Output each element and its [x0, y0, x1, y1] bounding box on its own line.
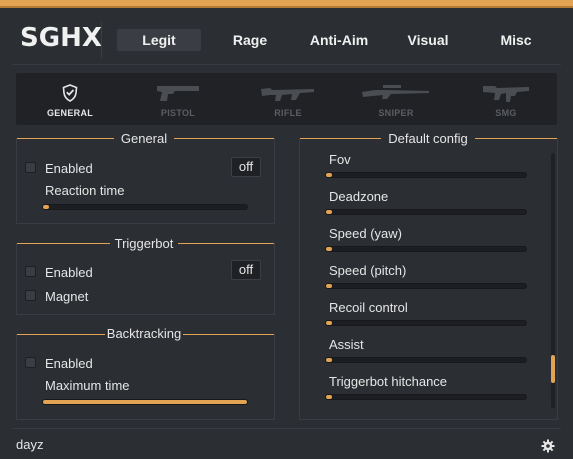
logo: SGHX	[20, 23, 102, 53]
weapon-tab-label: GENERAL	[46, 108, 94, 118]
tab-misc[interactable]: Misc	[476, 29, 556, 51]
speed-pitch-slider[interactable]	[325, 283, 527, 289]
triggerbot-hitchance-label: Triggerbot hitchance	[329, 374, 448, 389]
footer-label: dayz	[16, 437, 44, 452]
triggerbot-enabled-keybind[interactable]: off	[231, 260, 261, 280]
general-enabled-checkbox[interactable]	[25, 162, 36, 173]
triggerbot-enabled-checkbox[interactable]	[25, 266, 36, 277]
slider-fill	[326, 210, 332, 214]
assist-label: Assist	[329, 337, 364, 352]
slider-fill	[326, 173, 332, 177]
backtracking-enabled-checkbox[interactable]	[25, 357, 36, 368]
smg-icon	[456, 82, 556, 104]
tab-visual[interactable]: Visual	[388, 29, 468, 51]
general-enabled-keybind[interactable]: off	[231, 157, 261, 177]
recoil-control-label: Recoil control	[329, 300, 408, 315]
assist-slider[interactable]	[325, 357, 527, 363]
triggerbot-hitchance-slider[interactable]	[325, 394, 527, 400]
slider-fill	[326, 247, 332, 251]
weapon-tab-rifle[interactable]: RIFLE	[238, 73, 338, 125]
fov-slider[interactable]	[325, 172, 527, 178]
shield-icon	[20, 82, 120, 104]
speed-pitch-label: Speed (pitch)	[329, 263, 407, 278]
maximum-time-label: Maximum time	[45, 378, 130, 393]
header: SGHX Legit Rage Anti-Aim Visual Misc	[0, 8, 573, 64]
pistol-icon	[128, 82, 228, 104]
config-scrollbar[interactable]	[551, 153, 555, 408]
logo-separator	[101, 22, 102, 58]
weapon-tab-general[interactable]: GENERAL	[20, 73, 120, 125]
weapon-tab-label: SMG	[495, 108, 517, 118]
deadzone-label: Deadzone	[329, 189, 389, 204]
reaction-time-label: Reaction time	[45, 183, 125, 198]
maximum-time-slider[interactable]	[42, 399, 248, 405]
header-divider	[12, 64, 561, 65]
magnet-label: Magnet	[45, 289, 89, 304]
group-backtracking	[16, 334, 275, 420]
speed-yaw-slider[interactable]	[325, 246, 527, 252]
scroll-thumb[interactable]	[551, 355, 555, 383]
footer-divider	[12, 428, 561, 429]
triggerbot-enabled-label: Enabled	[45, 265, 93, 280]
slider-fill	[43, 205, 50, 209]
weapon-tab-bar: GENERAL PISTOL RIFLE SNIPER SMG	[16, 73, 557, 125]
fov-label: Fov	[329, 152, 351, 167]
sniper-icon	[346, 82, 446, 104]
weapon-tab-pistol[interactable]: PISTOL	[128, 73, 228, 125]
magnet-checkbox[interactable]	[25, 290, 36, 301]
tab-anti-aim[interactable]: Anti-Aim	[298, 29, 380, 51]
weapon-tab-label: RIFLE	[274, 108, 302, 118]
gear-icon[interactable]	[541, 439, 555, 453]
slider-fill	[43, 400, 247, 404]
weapon-tab-label: PISTOL	[160, 108, 196, 118]
speed-yaw-label: Speed (yaw)	[329, 226, 402, 241]
slider-fill	[326, 395, 332, 399]
recoil-control-slider[interactable]	[325, 320, 527, 326]
slider-fill	[326, 321, 332, 325]
tab-rage[interactable]: Rage	[210, 29, 290, 51]
group-general	[16, 138, 275, 224]
rifle-icon	[238, 82, 338, 104]
general-enabled-label: Enabled	[45, 161, 93, 176]
backtracking-enabled-label: Enabled	[45, 356, 93, 371]
reaction-time-slider[interactable]	[42, 204, 248, 210]
weapon-tab-smg[interactable]: SMG	[456, 73, 556, 125]
weapon-tab-label: SNIPER	[378, 108, 414, 118]
tab-legit[interactable]: Legit	[117, 29, 201, 51]
weapon-tab-sniper[interactable]: SNIPER	[346, 73, 446, 125]
slider-fill	[326, 358, 332, 362]
slider-fill	[326, 284, 332, 288]
deadzone-slider[interactable]	[325, 209, 527, 215]
